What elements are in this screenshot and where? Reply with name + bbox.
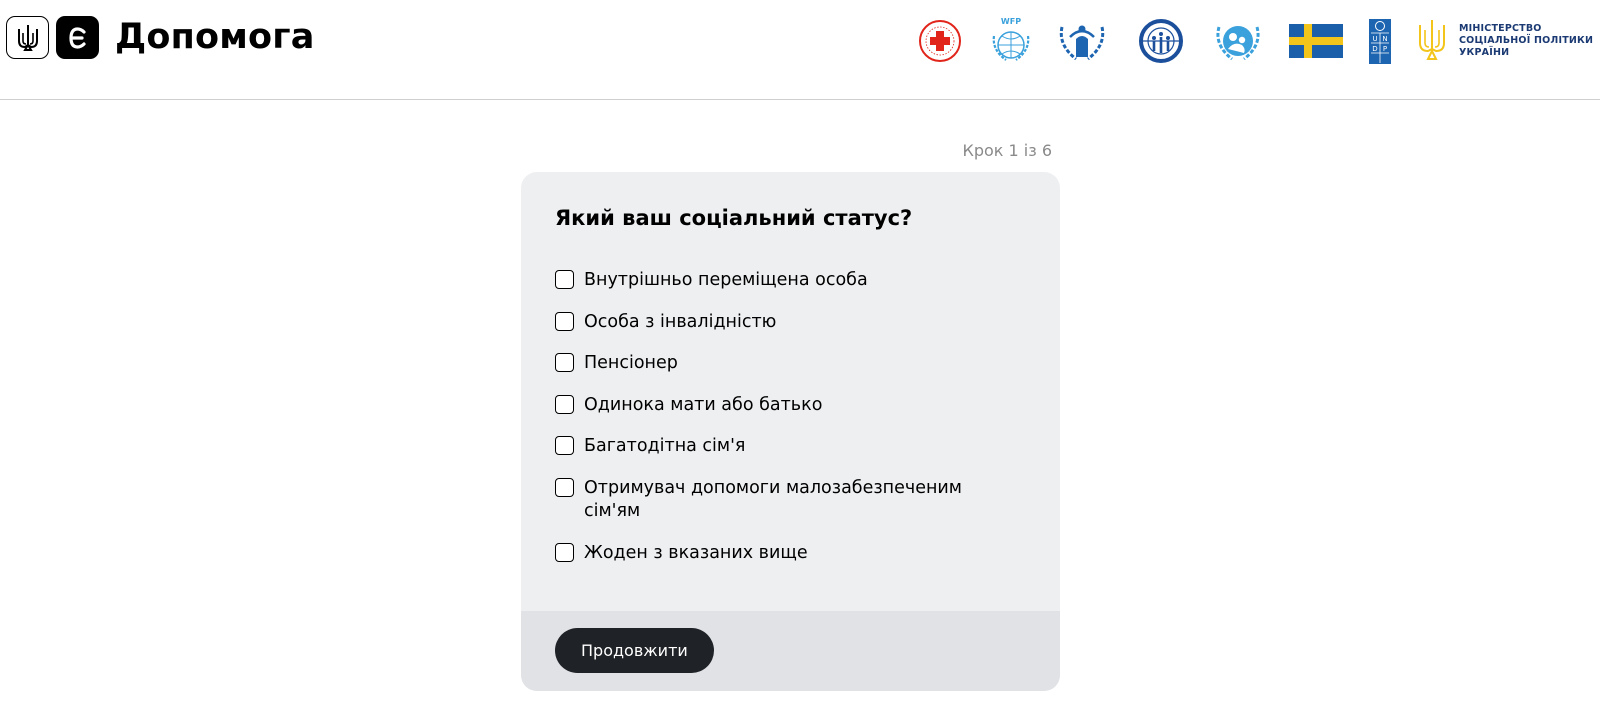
diia-e-logo[interactable] (56, 16, 99, 59)
trident-icon (17, 24, 38, 51)
option-disability[interactable]: Особа з інвалідністю (555, 311, 1025, 334)
checkbox[interactable] (555, 270, 574, 289)
ministry-trident-icon (1419, 20, 1445, 60)
option-label: Багатодітна сім'я (584, 436, 746, 456)
brand-title: Допомога (115, 17, 315, 57)
ukraine-trident-logo[interactable] (6, 16, 49, 59)
unhcr-logo (1056, 19, 1108, 67)
option-pensioner[interactable]: Пенсіонер (555, 352, 1025, 375)
option-label: Особа з інвалідністю (584, 312, 777, 332)
checkbox[interactable] (555, 478, 574, 497)
svg-text:WFP: WFP (1001, 17, 1021, 26)
option-label: Внутрішньо переміщена особа (584, 270, 868, 290)
iom-logo (1134, 19, 1188, 67)
checkbox[interactable] (555, 395, 574, 414)
option-label: Пенсіонер (584, 353, 678, 373)
continue-button[interactable]: Продовжити (555, 628, 714, 673)
svg-text:N: N (1382, 35, 1387, 43)
svg-text:P: P (1383, 45, 1387, 53)
question-title: Який ваш соціальний статус? (555, 206, 913, 230)
option-label: Одинока мати або батько (584, 395, 823, 415)
undp-logo: U N D P (1369, 19, 1391, 68)
checkbox[interactable] (555, 312, 574, 331)
ministry-name: МІНІСТЕРСТВО СОЦІАЛЬНОЇ ПОЛІТИКИ УКРАЇНИ (1459, 23, 1594, 58)
site-header: Допомога WFP U N D P МІНІСТЕРСТВО СОЦІАЛ… (0, 0, 1600, 100)
option-single-parent[interactable]: Одинока мати або батько (555, 394, 1025, 417)
option-label: Жоден з вказаних вище (584, 543, 808, 563)
red-cross-logo (918, 19, 962, 67)
step-indicator: Крок 1 із 6 (962, 141, 1052, 160)
option-label: Отримувач допомоги малозабезпеченим сім'… (584, 478, 962, 521)
unicef-logo (1212, 19, 1264, 67)
svg-text:U: U (1372, 35, 1377, 43)
sweden-flag-logo (1289, 24, 1343, 62)
checkbox[interactable] (555, 353, 574, 372)
ministry-logo: МІНІСТЕРСТВО СОЦІАЛЬНОЇ ПОЛІТИКИ УКРАЇНИ (1414, 17, 1593, 65)
option-idp[interactable]: Внутрішньо переміщена особа (555, 269, 1025, 292)
option-large-family[interactable]: Багатодітна сім'я (555, 435, 1025, 458)
question-card: Який ваш соціальний статус? Внутрішньо п… (521, 172, 1060, 691)
checkbox[interactable] (555, 543, 574, 562)
svg-text:D: D (1372, 45, 1377, 53)
option-low-income[interactable]: Отримувач допомоги малозабезпеченим сім'… (555, 477, 995, 523)
wfp-logo: WFP (988, 16, 1034, 68)
checkbox[interactable] (555, 436, 574, 455)
card-footer: Продовжити (521, 611, 1060, 691)
e-letter-icon (68, 26, 86, 49)
option-none[interactable]: Жоден з вказаних вище (555, 542, 1025, 565)
